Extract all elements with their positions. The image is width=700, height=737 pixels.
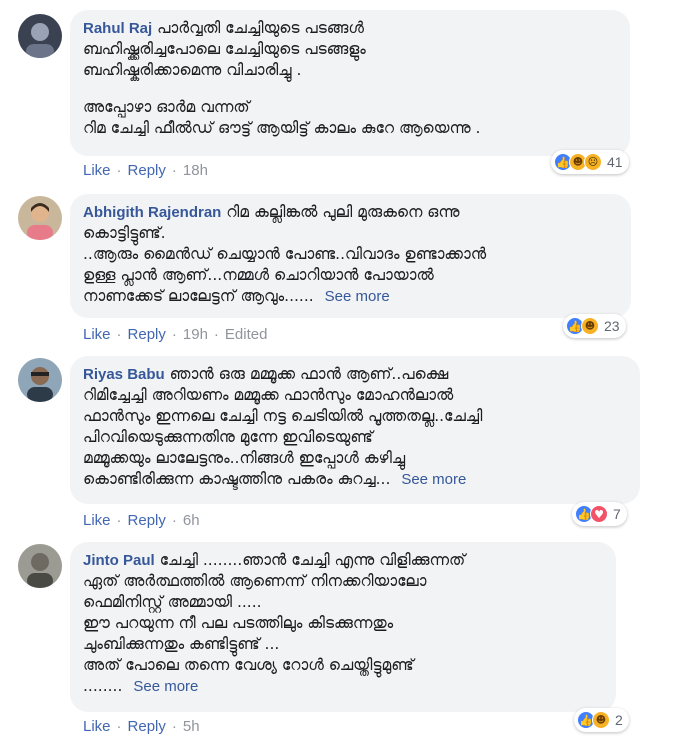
like-link[interactable]: Like: [83, 512, 111, 529]
haha-icon: ☻: [581, 317, 599, 335]
comment-bubble: Abhigith Rajendran റിമ കല്ലിങ്കൽ പുലി മു…: [70, 194, 631, 318]
comment-text-line: പാർവ്വതി ചേച്ചിയുടെ പടങ്ങൾ: [157, 19, 364, 37]
see-more-link[interactable]: See more: [401, 471, 466, 488]
reaction-count: 41: [607, 154, 623, 170]
author-name[interactable]: Abhigith Rajendran: [83, 204, 221, 221]
like-link[interactable]: Like: [83, 718, 111, 735]
like-link[interactable]: Like: [83, 326, 111, 343]
comment-text-line: കൊണ്ടിരിക്കുന്ന കാഷ്ടത്തിനു പകരം കുറച്ച.…: [83, 470, 391, 488]
reaction-count: 23: [604, 318, 620, 334]
reaction-summary[interactable]: 👍 ☻ 23: [563, 314, 626, 338]
comment-text-line: മമ്മൂക്കയും ലാലേട്ടനും..നിങ്ങൾ ഇപ്പോൾ കഴ…: [83, 449, 406, 467]
reply-link[interactable]: Reply: [128, 512, 166, 529]
reaction-count: 7: [613, 506, 621, 522]
comment-text-line: റിമിച്ചേച്ചി അറിയണം മമ്മൂക്ക ഫാൻസും മോഹൻ…: [83, 386, 454, 404]
reply-link[interactable]: Reply: [128, 718, 166, 735]
comment-text-line: പിറവിയെടുക്കുന്നതിനു മുന്നേ ഇവിടെയുണ്ട്: [83, 428, 373, 446]
comment-bubble: Rahul Raj പാർവ്വതി ചേച്ചിയുടെ പടങ്ങൾ ബഹി…: [70, 10, 630, 156]
reply-link[interactable]: Reply: [128, 326, 166, 343]
reaction-summary[interactable]: 👍 ♥ 7: [572, 502, 627, 526]
comment-actions: Like · Reply · 18h: [83, 162, 208, 179]
love-icon: ♥: [590, 505, 608, 523]
reaction-count: 2: [615, 712, 623, 728]
comment-text-line: നാണക്കേട് ലാലേട്ടന് ആവും......: [83, 287, 314, 305]
comment-text-line: അപ്പോഴാ ഓർമ വന്നത്: [83, 98, 250, 116]
edited-label[interactable]: Edited: [225, 326, 268, 343]
comment-text-line: ........: [83, 677, 123, 695]
comment-text-line: ഈ പറയുന്ന നീ പല പടത്തിലും കിടക്കുന്നതും: [83, 614, 394, 632]
author-name[interactable]: Riyas Babu: [83, 366, 165, 383]
comment-text-line: ഏത് അർത്ഥത്തിൽ ആണെന്ന് നിനക്കറിയാലോ: [83, 572, 427, 590]
comment-actions: Like · Reply · 6h: [83, 512, 200, 529]
avatar[interactable]: [18, 358, 62, 402]
comment-text-line: റിമ ചേച്ചി ഫീൽഡ് ഔട്ട് ആയിട്ട് കാലം കുറേ…: [83, 119, 481, 137]
line-break: [83, 81, 616, 97]
author-name[interactable]: Jinto Paul: [83, 552, 155, 569]
comment-text-line: റിമ കല്ലിങ്കൽ പുലി മുരുകനെ ഒന്നു: [226, 203, 460, 221]
comment-text-line: കൊട്ടിട്ടുണ്ട്.: [83, 224, 166, 242]
comment-text-line: ബഹിഷ്ക്കരിച്ചപോലെ ചേച്ചിയുടെ പടങ്ങളും: [83, 40, 366, 58]
comment-text-line: ..ആരും മൈൻഡ് ചെയ്യാൻ പോണ്ട..വിവാദം ഉണ്ടാ…: [83, 245, 487, 263]
comment-actions: Like · Reply · 19h · Edited: [83, 326, 268, 343]
haha-icon: ☻: [592, 711, 610, 729]
avatar[interactable]: [18, 196, 62, 240]
see-more-link[interactable]: See more: [325, 288, 390, 305]
reaction-summary[interactable]: 👍 ☻ ☹ 41: [551, 150, 629, 174]
avatar[interactable]: [18, 14, 62, 58]
sad-icon: ☹: [584, 153, 602, 171]
see-more-link[interactable]: See more: [133, 678, 198, 695]
author-name[interactable]: Rahul Raj: [83, 20, 152, 37]
reaction-summary[interactable]: 👍 ☻ 2: [574, 708, 629, 732]
like-link[interactable]: Like: [83, 162, 111, 179]
comment-text-line: ബഹിഷ്കരിക്കാമെന്നു വിചാരിച്ചു .: [83, 61, 302, 79]
comment-actions: Like · Reply · 5h: [83, 718, 200, 735]
timestamp[interactable]: 18h: [183, 162, 208, 179]
comment-text-line: ചുംബിക്കുന്നതും കണ്ടിട്ടുണ്ട് ...: [83, 635, 280, 653]
timestamp[interactable]: 19h: [183, 326, 208, 343]
avatar[interactable]: [18, 544, 62, 588]
timestamp[interactable]: 5h: [183, 718, 200, 735]
comment-text-line: അത് പോലെ തന്നെ വേശ്യ റോൾ ചെയ്തിട്ടുമുണ്ട…: [83, 656, 414, 674]
reply-link[interactable]: Reply: [128, 162, 166, 179]
comment-text-line: ഫാൻസും ഇന്നലെ ചേച്ചി നട്ട ചെടിയിൽ പൂത്തത…: [83, 407, 483, 425]
comment-bubble: Jinto Paul ചേച്ചി ........ഞാൻ ചേച്ചി എന്…: [70, 542, 616, 712]
timestamp[interactable]: 6h: [183, 512, 200, 529]
comment-text-line: ചേച്ചി ........ഞാൻ ചേച്ചി എന്നു വിളിക്കു…: [159, 551, 466, 569]
comment-text-line: ഫെമിനിസ്റ്റ് അമ്മായി .....: [83, 593, 262, 611]
comment-text-line: ഞാൻ ഒരു മമ്മൂക്ക ഫാൻ ആണ്..പക്ഷെ: [169, 365, 449, 383]
comment-text-line: ഉള്ള പ്ലാൻ ആണ്...നമ്മൾ ചൊറിയാൻ പോയാൽ: [83, 266, 434, 284]
comment-bubble: Riyas Babu ഞാൻ ഒരു മമ്മൂക്ക ഫാൻ ആണ്..പക്…: [70, 356, 640, 504]
